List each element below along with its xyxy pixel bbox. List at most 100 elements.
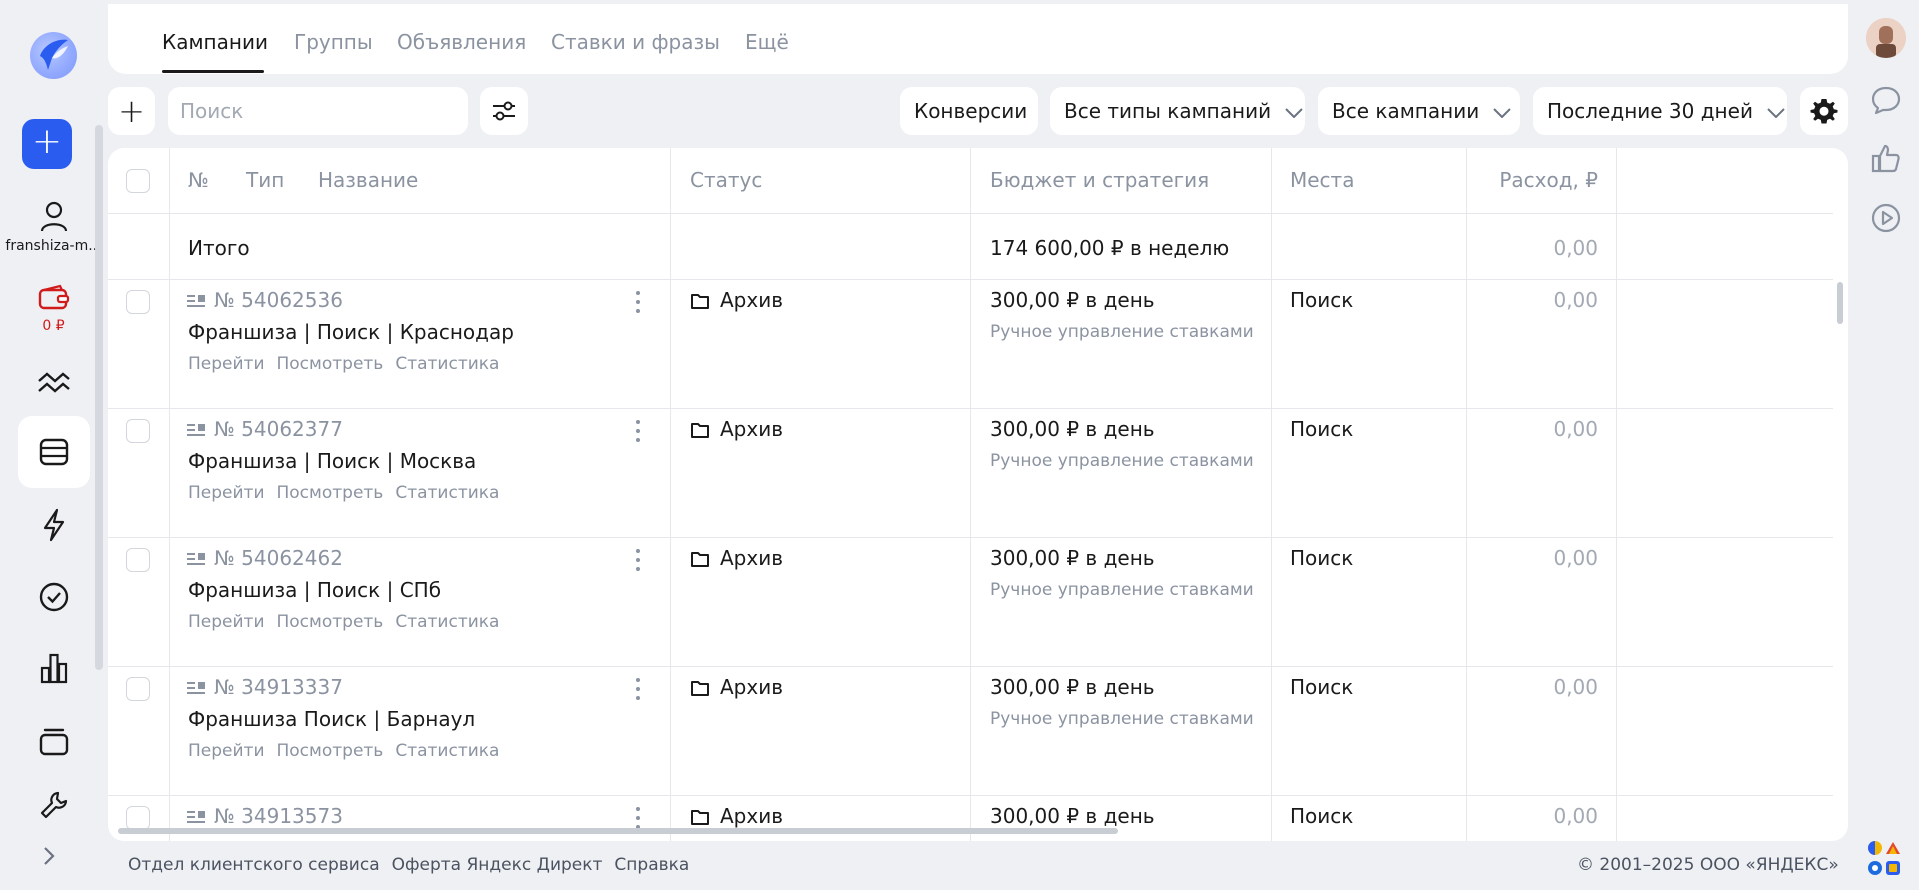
- header-spend[interactable]: Расход, ₽: [1468, 168, 1598, 192]
- expand-sidebar-icon[interactable]: [42, 845, 56, 873]
- user-icon[interactable]: [26, 196, 82, 236]
- text-campaign-icon: [187, 424, 205, 436]
- add-campaign-button[interactable]: +: [108, 87, 155, 135]
- view-link[interactable]: Посмотреть: [277, 741, 384, 761]
- table-row[interactable]: № 54062377 Франшиза | Поиск | Москва Пер…: [108, 409, 1833, 538]
- row-checkbox[interactable]: [126, 548, 150, 572]
- campaign-id: № 54062462: [214, 546, 343, 570]
- copyright: © 2001–2025 ООО «ЯНДЕКС»: [1577, 855, 1839, 875]
- places-value: Поиск: [1290, 804, 1354, 828]
- stats-link[interactable]: Статистика: [395, 483, 499, 503]
- row-menu-icon[interactable]: [634, 549, 642, 576]
- spend-value: 0,00: [1553, 288, 1598, 312]
- go-link[interactable]: Перейти: [188, 741, 265, 761]
- campaigns-dropdown[interactable]: Все кампании: [1318, 87, 1520, 135]
- client-service-link[interactable]: Отдел клиентского сервиса: [128, 855, 380, 875]
- go-link[interactable]: Перейти: [188, 354, 265, 374]
- budget-value: 300,00 ₽ в день: [990, 417, 1155, 441]
- period-dropdown[interactable]: Последние 30 дней: [1533, 87, 1787, 135]
- row-links: Перейти Посмотреть Статистика: [188, 741, 511, 761]
- table-row[interactable]: № 34913573 Архив 300,00 ₽ в день Поиск 0…: [108, 796, 1833, 841]
- tools-icon[interactable]: [26, 790, 82, 820]
- header-places[interactable]: Места: [1290, 168, 1354, 192]
- conversions-button[interactable]: Конверсии: [900, 87, 1038, 135]
- folder-icon: [691, 681, 709, 696]
- header-name[interactable]: Название: [318, 168, 418, 192]
- avatar[interactable]: [1866, 18, 1906, 58]
- folder-icon: [691, 423, 709, 438]
- table-row[interactable]: № 34913337 Франшиза Поиск | Барнаул Пере…: [108, 667, 1833, 796]
- table-horizontal-scrollbar[interactable]: [118, 828, 1118, 834]
- help-link[interactable]: Справка: [614, 855, 689, 875]
- budget-value: 300,00 ₽ в день: [990, 675, 1155, 699]
- row-menu-icon[interactable]: [634, 291, 642, 318]
- sidebar-scrollbar[interactable]: [95, 125, 103, 670]
- account-login-label[interactable]: franshiza-m...: [0, 238, 107, 254]
- filter-settings-button[interactable]: [480, 87, 528, 135]
- row-menu-icon[interactable]: [634, 420, 642, 447]
- table-row[interactable]: № 54062536 Франшиза | Поиск | Краснодар …: [108, 280, 1833, 409]
- select-all-checkbox[interactable]: [126, 169, 150, 193]
- table-settings-button[interactable]: [1800, 87, 1848, 135]
- layers-icon[interactable]: [26, 721, 82, 761]
- header-status[interactable]: Статус: [690, 168, 762, 192]
- bar-chart-icon[interactable]: [26, 648, 82, 688]
- create-button[interactable]: +: [22, 119, 72, 169]
- view-link[interactable]: Посмотреть: [277, 354, 384, 374]
- campaign-name[interactable]: Франшиза | Поиск | Краснодар: [188, 320, 514, 344]
- folder-icon: [691, 810, 709, 825]
- check-circle-icon[interactable]: [26, 577, 82, 617]
- budget-value: 300,00 ₽ в день: [990, 546, 1155, 570]
- row-checkbox[interactable]: [126, 419, 150, 443]
- spend-value: 0,00: [1553, 546, 1598, 570]
- chevron-down-icon: [1767, 99, 1785, 123]
- campaign-name[interactable]: Франшиза | Поиск | Москва: [188, 449, 476, 473]
- tab-ads[interactable]: Объявления: [397, 30, 526, 54]
- play-video-icon[interactable]: [1866, 198, 1906, 238]
- thumbs-up-icon[interactable]: [1866, 138, 1906, 178]
- stats-link[interactable]: Статистика: [395, 612, 499, 632]
- row-checkbox[interactable]: [126, 806, 150, 830]
- row-links: Перейти Посмотреть Статистика: [188, 483, 511, 503]
- campaigns-table: № Тип Название Статус Бюджет и стратегия…: [108, 148, 1848, 841]
- campaigns-list-icon[interactable]: [26, 432, 82, 472]
- analytics-waves-icon[interactable]: [26, 362, 82, 402]
- campaign-types-dropdown[interactable]: Все типы кампаний: [1050, 87, 1305, 135]
- row-menu-icon[interactable]: [634, 678, 642, 705]
- campaign-id: № 34913337: [214, 675, 343, 699]
- search-box: [168, 87, 468, 135]
- view-link[interactable]: Посмотреть: [277, 483, 384, 503]
- go-link[interactable]: Перейти: [188, 612, 265, 632]
- budget-value: 300,00 ₽ в день: [990, 288, 1155, 312]
- text-campaign-icon: [187, 295, 205, 307]
- table-vertical-scrollbar[interactable]: [1837, 282, 1843, 324]
- campaign-name[interactable]: Франшиза | Поиск | СПб: [188, 578, 441, 602]
- text-campaign-icon: [187, 682, 205, 694]
- campaigns-filter-label: Все кампании: [1332, 99, 1480, 123]
- lightning-icon[interactable]: [26, 505, 82, 545]
- search-input[interactable]: [180, 99, 460, 123]
- stats-link[interactable]: Статистика: [395, 354, 499, 374]
- partner-badges-icon[interactable]: [1866, 838, 1902, 878]
- tab-groups[interactable]: Группы: [294, 30, 373, 54]
- go-link[interactable]: Перейти: [188, 483, 265, 503]
- offer-link[interactable]: Оферта Яндекс Директ: [392, 855, 603, 875]
- header-type[interactable]: Тип: [246, 168, 284, 192]
- table-header: № Тип Название Статус Бюджет и стратегия…: [108, 148, 1833, 214]
- direct-logo-icon[interactable]: [30, 32, 77, 79]
- table-row[interactable]: № 54062462 Франшиза | Поиск | СПб Перейт…: [108, 538, 1833, 667]
- campaign-name[interactable]: Франшиза Поиск | Барнаул: [188, 707, 475, 731]
- wallet-icon[interactable]: [26, 278, 82, 318]
- header-number[interactable]: №: [188, 168, 209, 192]
- stats-link[interactable]: Статистика: [395, 741, 499, 761]
- spend-value: 0,00: [1553, 417, 1598, 441]
- tab-more[interactable]: Ещё: [745, 30, 789, 54]
- row-checkbox[interactable]: [126, 290, 150, 314]
- tab-campaigns[interactable]: Кампании: [162, 30, 268, 54]
- footer-links: Отдел клиентского сервиса Оферта Яндекс Д…: [128, 855, 701, 875]
- header-budget[interactable]: Бюджет и стратегия: [990, 168, 1209, 192]
- view-link[interactable]: Посмотреть: [277, 612, 384, 632]
- row-checkbox[interactable]: [126, 677, 150, 701]
- tab-bids-phrases[interactable]: Ставки и фразы: [551, 30, 720, 54]
- chat-icon[interactable]: [1866, 80, 1906, 120]
